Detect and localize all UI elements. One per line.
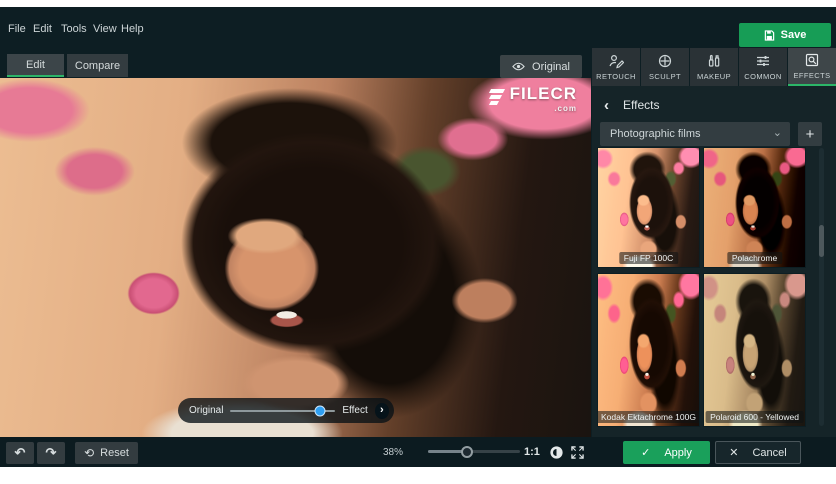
zoom-slider[interactable] bbox=[428, 445, 520, 458]
before-after-slider: Original Effect › bbox=[178, 398, 394, 423]
effect-thumbnail-image bbox=[704, 274, 805, 426]
original-toggle-button[interactable]: Original bbox=[500, 55, 582, 78]
redo-icon: ↷ bbox=[45, 445, 57, 460]
watermark-tld: .com bbox=[554, 104, 577, 113]
menu-help[interactable]: Help bbox=[121, 23, 144, 35]
redo-button[interactable]: ↷ bbox=[37, 442, 65, 464]
undo-icon: ↶ bbox=[14, 445, 26, 460]
filecr-logo-icon bbox=[488, 86, 505, 105]
bottom-toolbar: ↶ ↷ ⟲ Reset 38% 1:1 ✓ Apply ✕ Cancel bbox=[0, 437, 836, 467]
effect-thumbnail-label: Polaroid 600 - Yellowed bbox=[705, 411, 804, 423]
blend-effect-label: Effect bbox=[342, 405, 368, 416]
panel-scrollbar-thumb[interactable] bbox=[819, 225, 824, 257]
makeup-icon bbox=[706, 53, 722, 69]
menu-tools[interactable]: Tools bbox=[61, 23, 87, 35]
apply-button[interactable]: ✓ Apply bbox=[623, 441, 710, 464]
tab-edit[interactable]: Edit bbox=[7, 54, 64, 77]
check-icon: ✓ bbox=[641, 447, 651, 459]
effect-thumbnail-kodak[interactable]: Kodak Ektachrome 100G bbox=[597, 273, 700, 427]
app-window: File Edit Tools View Help Save Edit Comp… bbox=[0, 7, 836, 467]
photo-preview bbox=[0, 78, 591, 437]
cancel-button[interactable]: ✕ Cancel bbox=[715, 441, 801, 464]
effect-thumbnail-label: Kodak Ektachrome 100G bbox=[598, 411, 699, 423]
cancel-label: Cancel bbox=[752, 446, 787, 459]
menu-file[interactable]: File bbox=[8, 23, 26, 35]
floppy-icon bbox=[764, 29, 775, 41]
photo-canvas: FILECR .com Original Effect › bbox=[0, 78, 591, 437]
blend-slider-knob[interactable] bbox=[314, 405, 326, 416]
fullscreen-icon[interactable] bbox=[570, 445, 585, 460]
effect-thumbnail-polachrome[interactable]: Polachrome bbox=[703, 147, 806, 268]
blend-slider-track[interactable] bbox=[230, 405, 336, 416]
chevron-right-circle-icon[interactable]: › bbox=[374, 402, 389, 419]
watermark: FILECR .com bbox=[488, 85, 577, 116]
apply-label: Apply bbox=[664, 446, 692, 459]
menu-bar: File Edit Tools View Help Save bbox=[0, 7, 836, 47]
panel-tab-bar: RETOUCH SCULPT MAKEUP COMMON EFFECTS bbox=[592, 48, 836, 86]
tab-makeup[interactable]: MAKEUP bbox=[690, 48, 738, 86]
tab-sculpt-label: SCULPT bbox=[649, 72, 681, 81]
effects-panel: RETOUCH SCULPT MAKEUP COMMON EFFECTS ‹ E… bbox=[592, 48, 836, 437]
watermark-text: FILECR .com bbox=[510, 85, 577, 116]
back-chevron-icon[interactable]: ‹ bbox=[604, 98, 609, 113]
panel-title: Effects bbox=[623, 98, 660, 112]
save-label: Save bbox=[780, 29, 807, 41]
tab-effects[interactable]: EFFECTS bbox=[788, 48, 836, 86]
original-label: Original bbox=[532, 60, 570, 73]
panel-header: ‹ Effects bbox=[592, 93, 836, 117]
reset-label: Reset bbox=[100, 447, 129, 459]
tab-effects-label: EFFECTS bbox=[793, 71, 831, 80]
effect-thumbnail-image bbox=[598, 148, 699, 267]
menu-view[interactable]: View bbox=[93, 23, 117, 35]
reset-button[interactable]: ⟲ Reset bbox=[75, 442, 138, 464]
page: File Edit Tools View Help Save Edit Comp… bbox=[0, 0, 836, 484]
effect-thumbnail-fuji[interactable]: Fuji FP 100C bbox=[597, 147, 700, 268]
effect-thumbnail-image bbox=[598, 274, 699, 426]
retouch-icon bbox=[608, 53, 624, 69]
undo-button[interactable]: ↶ bbox=[6, 442, 34, 464]
save-button[interactable]: Save bbox=[739, 23, 831, 47]
tab-sculpt[interactable]: SCULPT bbox=[641, 48, 689, 86]
blend-original-label: Original bbox=[189, 405, 224, 416]
tab-makeup-label: MAKEUP bbox=[696, 72, 732, 81]
effect-thumbnail-image bbox=[704, 148, 805, 267]
tab-retouch[interactable]: RETOUCH bbox=[592, 48, 640, 86]
effect-thumbnail-label: Polachrome bbox=[726, 252, 783, 264]
category-dropdown-value: Photographic films bbox=[610, 128, 701, 140]
chevron-down-icon: ⌄ bbox=[772, 126, 782, 139]
effect-thumbnail-polaroid[interactable]: Polaroid 600 - Yellowed bbox=[703, 273, 806, 427]
tab-common-label: COMMON bbox=[744, 72, 782, 81]
add-preset-button[interactable]: + bbox=[798, 122, 822, 146]
zoom-percent: 38% bbox=[383, 446, 404, 458]
sculpt-icon bbox=[657, 53, 673, 69]
effects-icon bbox=[804, 52, 820, 68]
eye-icon bbox=[512, 62, 525, 71]
common-sliders-icon bbox=[755, 53, 771, 69]
menu-edit[interactable]: Edit bbox=[33, 23, 52, 35]
category-dropdown[interactable]: Photographic films ⌄ bbox=[600, 122, 790, 146]
fit-to-screen-icon[interactable] bbox=[549, 445, 564, 460]
close-icon: ✕ bbox=[729, 447, 739, 459]
zoom-slider-knob[interactable] bbox=[460, 445, 473, 458]
effect-thumbnail-label: Fuji FP 100C bbox=[618, 252, 679, 264]
reset-icon: ⟲ bbox=[84, 446, 95, 460]
tab-retouch-label: RETOUCH bbox=[596, 72, 636, 81]
panel-scrollbar[interactable] bbox=[819, 148, 824, 426]
actual-size-button[interactable]: 1:1 bbox=[524, 437, 540, 467]
tab-compare[interactable]: Compare bbox=[67, 54, 128, 77]
tab-common[interactable]: COMMON bbox=[739, 48, 787, 86]
